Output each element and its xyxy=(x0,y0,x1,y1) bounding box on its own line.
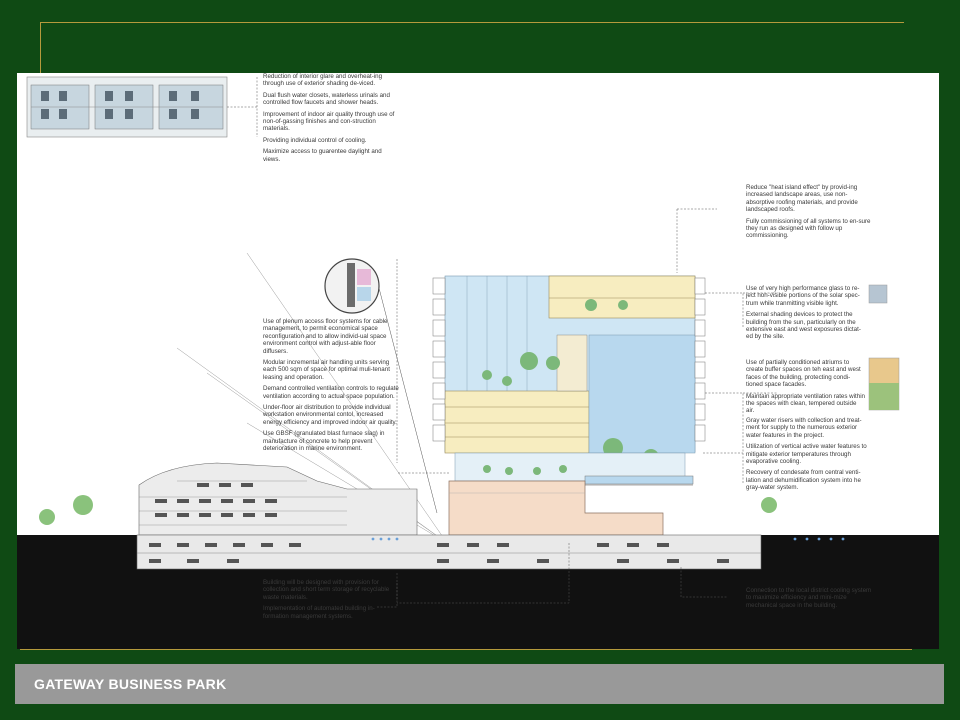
basement-parking xyxy=(136,534,762,570)
note-line: Fully commissioning of all systems to en… xyxy=(746,217,871,240)
note-line: Improvement of indoor air quality throug… xyxy=(263,110,395,133)
note-line: Dual flush water closets, waterless urin… xyxy=(263,91,390,107)
note-line: Use of partially conditioned atriums to … xyxy=(746,359,861,389)
footer-title: GATEWAY BUSINESS PARK xyxy=(34,676,227,692)
note-bottom-left: Building will be designed with provision… xyxy=(263,579,399,624)
frame-top-line xyxy=(40,22,904,23)
note-line: External shading devices to protect the … xyxy=(746,311,861,341)
note-line: Maintain appropriate ventilation rates w… xyxy=(746,392,866,415)
note-line: Reduction of interior glare and overheat… xyxy=(263,73,383,88)
note-line: Modular incremental air handling units s… xyxy=(263,359,390,381)
note-left-mid: Use of plenum access floor systems for c… xyxy=(263,318,399,457)
floor-plan-thumbnail xyxy=(26,76,258,138)
section-diagram-panel: Reduction of interior glare and overheat… xyxy=(17,73,939,649)
note-right-atrium: Use of partially conditioned atriums to … xyxy=(746,359,866,419)
frame-bottom-line xyxy=(20,649,912,650)
note-line: Use of plenum access floor systems for c… xyxy=(263,318,388,355)
note-line: Use GBSF (granulated blast furnace slag)… xyxy=(263,430,385,453)
note-right-water: Gray water risers with collection and tr… xyxy=(746,417,870,496)
footer-bar: GATEWAY BUSINESS PARK xyxy=(15,664,944,704)
note-line: Recovery of condesate from central venti… xyxy=(746,469,861,492)
note-top-left: Reduction of interior glare and overheat… xyxy=(263,73,395,167)
podium-block xyxy=(448,480,664,536)
note-line: Demand controlled ventilation controls t… xyxy=(263,385,399,400)
note-line: Under-floor air distribution to provide … xyxy=(263,404,397,426)
note-line: Utilization of vertical active water fea… xyxy=(746,443,867,466)
note-line: Maximize access to guarentee daylight an… xyxy=(263,148,382,163)
note-line: Gray water risers with collection and tr… xyxy=(746,417,862,439)
note-right-top: Reduce "heat island effect" by provid-in… xyxy=(746,184,876,244)
note-line: Connection to the local district cooling… xyxy=(746,587,872,609)
note-bottom-right: Connection to the local district cooling… xyxy=(746,587,876,613)
note-line: Implementation of automated building in-… xyxy=(263,605,375,620)
note-line: Use of very high performance glass to re… xyxy=(746,285,860,307)
note-line: Providing individual control of cooling. xyxy=(263,136,367,144)
note-line: Building will be designed with provision… xyxy=(263,579,390,601)
glass-sample-image xyxy=(868,284,888,304)
note-right-glass: Use of very high performance glass to re… xyxy=(746,285,866,345)
note-line: Reduce "heat island effect" by provid-in… xyxy=(746,184,858,214)
